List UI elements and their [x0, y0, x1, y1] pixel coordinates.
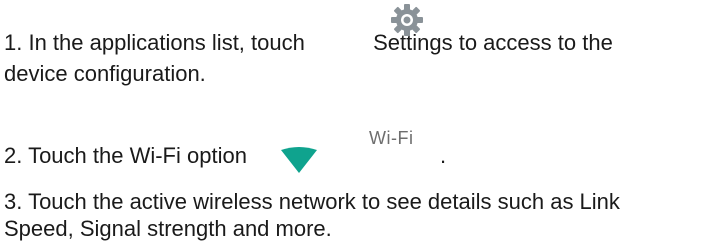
step-1-text-a: 1. In the applications list, touch	[4, 30, 305, 55]
step-3-text-line-2: Speed, Signal strength and more.	[4, 216, 332, 241]
step-3-line-1: 3. Touch the active wireless network to …	[4, 189, 620, 215]
step-1-line-2: device configuration.	[4, 61, 206, 87]
step-1-line-1: 1. In the applications list, touch Setti…	[4, 30, 613, 56]
step-2-period: .	[440, 143, 447, 168]
step-1-text-line-2: device configuration.	[4, 61, 206, 86]
step-2-line: 2. Touch the Wi-Fi option	[4, 143, 247, 169]
instruction-document: 1. In the applications list, touch Setti…	[0, 0, 716, 241]
step-2-text: 2. Touch the Wi-Fi option	[4, 143, 247, 168]
step-3-text-line-1: 3. Touch the active wireless network to …	[4, 189, 620, 214]
wifi-option-label: Wi-Fi	[369, 128, 414, 148]
wifi-icon	[280, 147, 318, 175]
gear-icon	[389, 2, 425, 38]
step-3-line-2: Speed, Signal strength and more.	[4, 216, 332, 242]
